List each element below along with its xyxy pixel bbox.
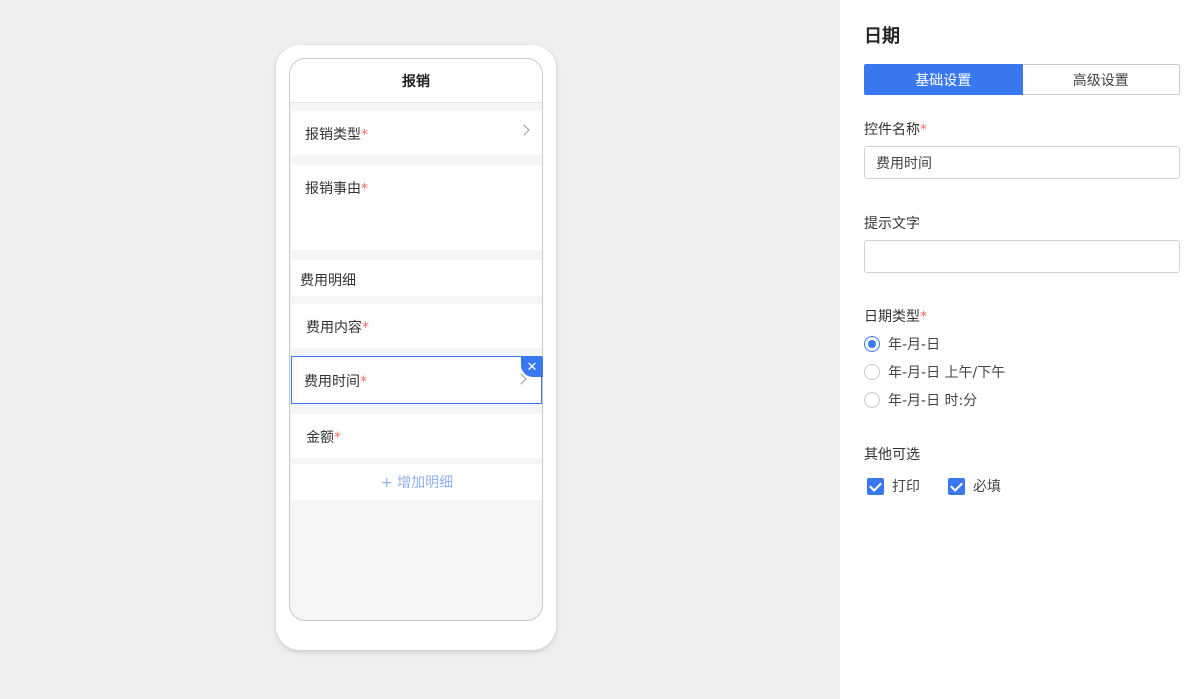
- field-label: 费用内容: [306, 320, 362, 336]
- close-icon[interactable]: ✕: [521, 357, 543, 377]
- hint-text-input[interactable]: [864, 240, 1180, 273]
- date-option-ymd[interactable]: 年-月-日: [864, 334, 940, 354]
- date-option-ymd-ampm[interactable]: 年-月-日 上午/下午: [864, 362, 1005, 382]
- required-mark: *: [920, 309, 927, 325]
- checkbox-print[interactable]: 打印: [867, 476, 920, 496]
- field-expense-time-selected[interactable]: 费用时间*: [291, 356, 542, 404]
- date-option-label: 年-月-日: [888, 337, 941, 353]
- date-type-label: 日期类型*: [864, 309, 927, 325]
- field-amount[interactable]: 金额*: [292, 414, 542, 458]
- checkbox-checked-icon[interactable]: [948, 477, 965, 495]
- field-label: 金额: [306, 430, 334, 446]
- panel-title: 日期: [864, 26, 900, 47]
- radio-unchecked-icon[interactable]: [864, 392, 880, 408]
- radio-unchecked-icon[interactable]: [864, 364, 880, 380]
- required-mark: *: [361, 127, 368, 143]
- date-option-label: 年-月-日 时:分: [888, 393, 978, 409]
- phone-screen: 报销 报销类型* 报销事由* 费用明细 费用内容* 费用时间* ✕ 金额* + …: [289, 58, 543, 621]
- hint-text-label: 提示文字: [864, 216, 920, 232]
- field-expense-content[interactable]: 费用内容*: [292, 304, 542, 348]
- control-name-label: 控件名称*: [864, 122, 927, 138]
- date-option-label: 年-月-日 上午/下午: [888, 365, 1006, 381]
- required-mark: *: [334, 430, 341, 446]
- checkbox-checked-icon[interactable]: [867, 477, 884, 495]
- other-options-label: 其他可选: [864, 447, 920, 463]
- tab-advanced-settings[interactable]: 高级设置: [1022, 64, 1180, 95]
- required-mark: *: [362, 320, 369, 336]
- settings-tabs: 基础设置 高级设置: [864, 64, 1180, 95]
- required-mark: *: [920, 122, 927, 138]
- properties-panel: 日期 基础设置 高级设置 控件名称* 提示文字 日期类型* 年-月-日 年-月-…: [840, 0, 1200, 699]
- required-mark: *: [361, 181, 368, 197]
- date-option-ymd-hm[interactable]: 年-月-日 时:分: [864, 390, 977, 410]
- radio-checked-icon[interactable]: [864, 336, 880, 352]
- form-title: 报销: [290, 59, 542, 103]
- field-reimbursement-type[interactable]: 报销类型*: [291, 111, 542, 155]
- control-name-input[interactable]: [864, 146, 1180, 179]
- section-title: 费用明细: [300, 273, 356, 289]
- checkbox-label: 必填: [973, 479, 1001, 495]
- chevron-right-icon: [515, 373, 527, 385]
- add-detail-button[interactable]: + 增加明细: [292, 464, 542, 500]
- field-label: 报销事由: [305, 181, 361, 197]
- required-mark: *: [360, 374, 367, 390]
- checkbox-required[interactable]: 必填: [948, 476, 1001, 496]
- checkbox-label: 打印: [892, 479, 920, 495]
- field-label: 费用时间: [304, 374, 360, 390]
- chevron-right-icon: [518, 124, 530, 136]
- section-expense-details: 费用明细: [291, 260, 542, 296]
- field-label: 报销类型: [305, 127, 361, 143]
- field-reimbursement-reason[interactable]: 报销事由*: [291, 165, 542, 250]
- tab-basic-settings[interactable]: 基础设置: [864, 64, 1023, 95]
